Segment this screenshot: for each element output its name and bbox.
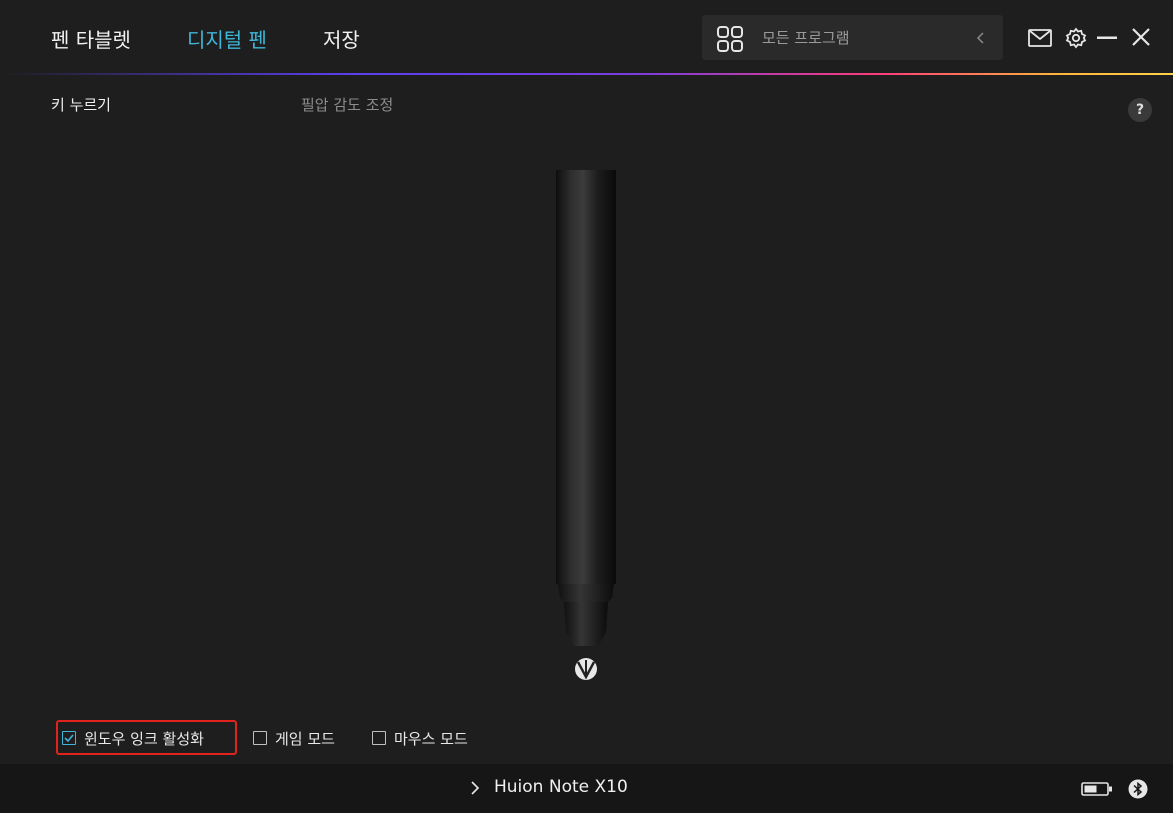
accent-divider xyxy=(0,73,1173,75)
windows-ink-option[interactable]: 윈도우 잉크 활성화 xyxy=(62,720,204,756)
program-selector[interactable]: 모든 프로그램 xyxy=(702,15,1003,60)
windows-ink-checkbox[interactable] xyxy=(62,731,76,745)
grid-icon xyxy=(717,26,743,52)
tab-pen-tablet[interactable]: 펜 타블렛 xyxy=(51,24,131,53)
chevron-right-icon[interactable] xyxy=(469,780,481,796)
mouse-mode-option[interactable]: 마우스 모드 xyxy=(372,720,468,756)
mail-icon[interactable] xyxy=(1028,29,1052,47)
bluetooth-icon xyxy=(1128,779,1148,799)
gear-icon[interactable] xyxy=(1065,27,1087,49)
top-bar: 펜 타블렛 디지털 펜 저장 모든 프로그램 xyxy=(0,0,1173,74)
windows-ink-label: 윈도우 잉크 활성화 xyxy=(84,729,204,748)
check-icon xyxy=(64,734,74,743)
close-icon[interactable] xyxy=(1132,28,1150,46)
game-mode-option[interactable]: 게임 모드 xyxy=(253,720,335,756)
mouse-mode-checkbox[interactable] xyxy=(372,731,386,745)
device-name[interactable]: Huion Note X10 xyxy=(494,777,628,797)
pen-mode-options: 윈도우 잉크 활성화 게임 모드 마우스 모드 xyxy=(56,720,516,756)
game-mode-checkbox[interactable] xyxy=(253,731,267,745)
mouse-mode-label: 마우스 모드 xyxy=(394,729,468,748)
help-icon[interactable]: ? xyxy=(1128,98,1152,122)
pen-illustration xyxy=(540,170,634,686)
subtab-pressure-sensitivity[interactable]: 필압 감도 조정 xyxy=(301,94,393,115)
program-label: 모든 프로그램 xyxy=(762,29,850,47)
chevron-left-icon[interactable] xyxy=(973,28,989,48)
tab-digital-pen[interactable]: 디지털 펜 xyxy=(187,24,267,53)
minimize-icon[interactable] xyxy=(1097,36,1117,40)
tab-storage[interactable]: 저장 xyxy=(323,24,360,53)
subtab-key-press[interactable]: 키 누르기 xyxy=(51,94,111,115)
battery-icon xyxy=(1081,782,1112,796)
game-mode-label: 게임 모드 xyxy=(275,729,335,748)
status-bar: Huion Note X10 xyxy=(0,764,1173,813)
